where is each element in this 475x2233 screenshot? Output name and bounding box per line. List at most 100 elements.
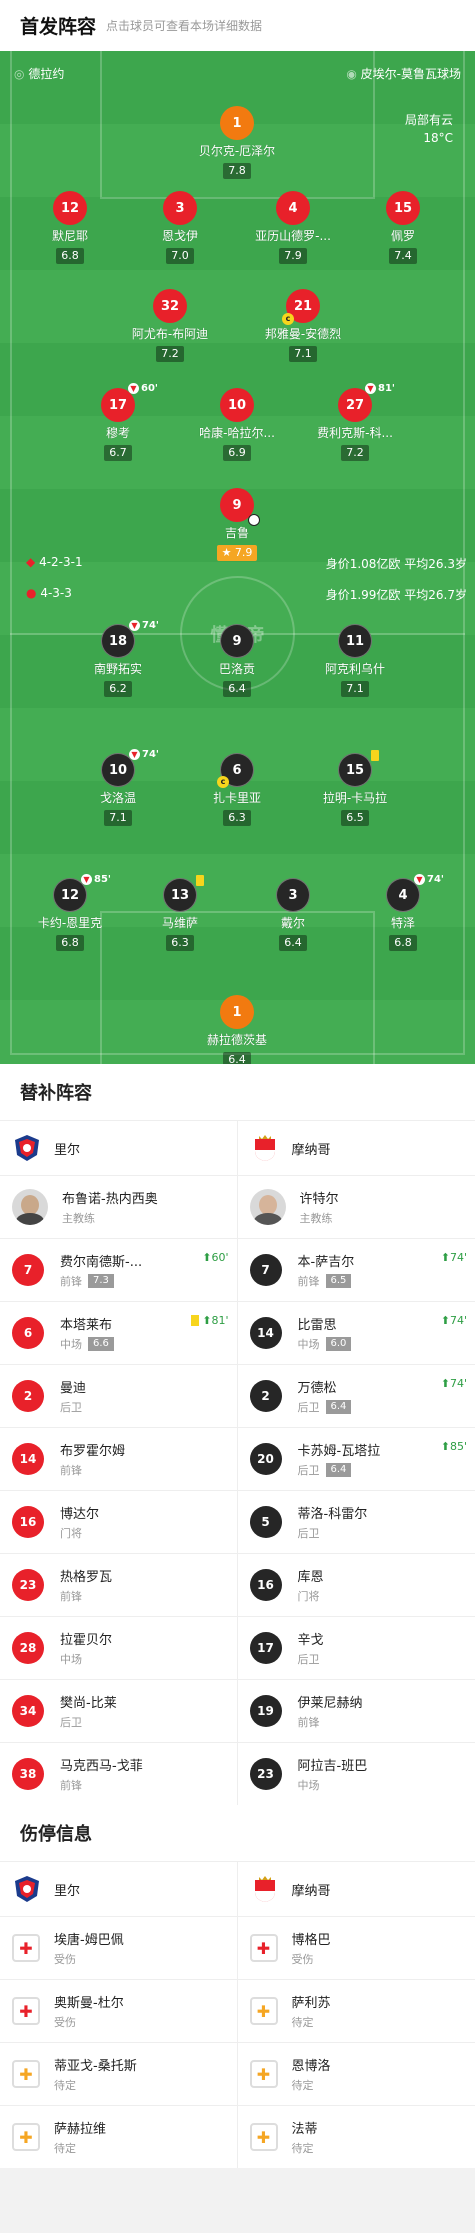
jersey-number: 9	[220, 488, 260, 526]
sub-row[interactable]: 16 博达尔 门将	[0, 1490, 237, 1553]
jersey-number: 2	[12, 1380, 44, 1412]
player-name: 蒂亚戈-桑托斯	[54, 2059, 137, 2074]
away-player-18[interactable]: 18 ▼ 74' 南野拓实 6.2	[53, 620, 183, 697]
player-name: 阿拉吉-班巴	[297, 1759, 368, 1774]
sub-row[interactable]: 14 布罗霍尔姆 前锋	[0, 1427, 237, 1490]
sub-row[interactable]: 2 万德松 后卫 6.4 ⬆ 74'	[237, 1364, 475, 1427]
jersey-number: 10	[220, 388, 254, 422]
player-position: 前锋 7.3	[60, 1273, 142, 1289]
jersey-number: 18 ▼ 74'	[101, 620, 159, 658]
jersey-number: 7	[12, 1254, 44, 1286]
stadium-name: 皮埃尔-莫鲁瓦球场	[360, 67, 461, 81]
home-coach-row[interactable]: 布鲁诺-热内西奥 主教练	[0, 1175, 237, 1238]
injury-row[interactable]: ✚ 奥斯曼-杜尔 受伤	[0, 1979, 237, 2042]
home-player-27[interactable]: 27 ▼ 81' 费利克斯-科... 7.2	[290, 383, 420, 461]
away-team-row[interactable]: 摩纳哥	[237, 1861, 475, 1916]
sub-row[interactable]: 6 本塔莱布 中场 6.6 ⬆ 81'	[0, 1301, 237, 1364]
jersey-number: 4 ▼ 74'	[386, 874, 444, 912]
sub-row[interactable]: 28 拉霍贝尔 中场	[0, 1616, 237, 1679]
jersey-number: 16	[12, 1506, 44, 1538]
player-rating: 6.2	[104, 681, 132, 697]
player-name: 特泽	[390, 916, 415, 930]
home-player-32[interactable]: 32 阿尤布-布阿迪 7.2	[105, 289, 235, 362]
lineup-header: 首发阵容 点击球员可查看本场详细数据	[0, 0, 475, 51]
home-team-row[interactable]: 里尔	[0, 1120, 237, 1175]
player-position: 后卫 6.4	[298, 1399, 352, 1415]
home-team-row[interactable]: 里尔	[0, 1861, 237, 1916]
player-name: 埃唐-姆巴佩	[54, 1933, 124, 1948]
player-rating: 7.1	[341, 681, 369, 697]
lineup-title: 首发阵容	[20, 16, 97, 38]
injury-row[interactable]: ✚ 萨利苏 待定	[237, 1979, 475, 2042]
player-rating: 6.5	[325, 1274, 352, 1288]
jersey-number: 27 ▼ 81'	[338, 383, 395, 422]
sub-row[interactable]: 16 库恩 门将	[237, 1553, 475, 1616]
away-team-row[interactable]: 摩纳哥	[237, 1120, 475, 1175]
sub-in-icon: ⬆	[440, 1251, 450, 1264]
captain-icon: c	[217, 776, 229, 788]
jersey-number: 14	[249, 1317, 282, 1349]
away-player-1[interactable]: 1 赫拉德茨基 6.4	[172, 995, 302, 1064]
jersey-number: 7	[249, 1254, 282, 1286]
sub-row[interactable]: 20 卡苏姆-瓦塔拉 后卫 6.4 ⬆ 85'	[237, 1427, 475, 1490]
player-rating: 7.8	[223, 163, 251, 179]
away-player-10[interactable]: 10 ▼ 74' 戈洛温 7.1	[53, 749, 183, 826]
injury-row[interactable]: ✚ 恩博洛 待定	[237, 2042, 475, 2105]
home-player-9[interactable]: 9 吉鲁 ★ 7.9	[172, 488, 302, 561]
jersey-number: 21 c	[282, 289, 320, 325]
away-player-13[interactable]: 13 马维萨 6.3	[115, 875, 245, 951]
home-team-name: 里尔	[54, 1883, 81, 1899]
injury-row[interactable]: ✚ 蒂亚戈-桑托斯 待定	[0, 2042, 237, 2105]
away-player-11[interactable]: 11 阿克利乌什 7.1	[290, 624, 420, 697]
away-player-9[interactable]: 9 巴洛贡 6.4	[172, 624, 302, 697]
home-player-10[interactable]: 10 哈康-哈拉尔... 6.9	[172, 388, 302, 461]
jersey-number: 15	[338, 750, 379, 787]
sub-row[interactable]: 5 蒂洛-科雷尔 后卫	[237, 1490, 475, 1553]
injury-row[interactable]: ✚ 法蒂 待定	[237, 2105, 475, 2168]
sub-row[interactable]: 17 辛戈 后卫	[237, 1616, 475, 1679]
injuries-title: 伤停信息	[0, 1805, 475, 1861]
sub-in-event: ⬆ 60'	[202, 1251, 229, 1264]
away-coach-row[interactable]: 许特尔 主教练	[237, 1175, 475, 1238]
referee-info: ◎ 德拉约	[14, 65, 64, 82]
coach-name: 布鲁诺-热内西奥	[62, 1192, 158, 1207]
sub-row[interactable]: 2 曼迪 后卫	[0, 1364, 237, 1427]
sub-out-icon: ▼ 85'	[81, 874, 111, 885]
monaco-crest-icon	[254, 1135, 275, 1161]
away-player-4[interactable]: 4 ▼ 74' 特泽 6.8	[338, 874, 468, 951]
player-name: 本塔莱布	[60, 1318, 113, 1333]
player-rating: 6.8	[389, 935, 417, 951]
player-position: 前锋	[60, 1779, 82, 1792]
injury-row[interactable]: ✚ 埃唐-姆巴佩 受伤	[0, 1916, 237, 1979]
home-player-1[interactable]: 1 贝尔克-厄泽尔 7.8	[172, 106, 302, 179]
sub-row[interactable]: 34 樊尚-比莱 后卫	[0, 1679, 237, 1742]
home-player-3[interactable]: 3 恩戈伊 7.0	[115, 191, 245, 264]
player-position: 门将	[297, 1590, 320, 1603]
injury-row[interactable]: ✚ 博格巴 受伤	[237, 1916, 475, 1979]
away-player-6[interactable]: 6 c 扎卡里亚 6.3	[172, 753, 302, 826]
player-name: 阿克利乌什	[324, 662, 385, 676]
sub-row[interactable]: 23 热格罗瓦 前锋	[0, 1553, 237, 1616]
injury-row[interactable]: ✚ 萨赫拉维 待定	[0, 2105, 237, 2168]
player-name: 布罗霍尔姆	[60, 1444, 126, 1459]
home-player-17[interactable]: 17 ▼ 60' 穆考 6.7	[53, 383, 183, 461]
home-player-21[interactable]: 21 c 邦雅曼-安德烈 7.1	[238, 289, 368, 362]
injury-status: 受伤	[54, 2016, 76, 2029]
sub-row[interactable]: 23 阿拉吉-班巴 中场	[237, 1742, 475, 1805]
sub-in-event: ⬆ 74'	[440, 1251, 467, 1264]
jersey-number: 13	[163, 875, 204, 912]
away-player-15[interactable]: 15 拉明-卡马拉 6.5	[290, 750, 420, 826]
jersey-number: 9	[220, 624, 254, 658]
sub-row[interactable]: 7 费尔南德斯-... 前锋 7.3 ⬆ 60'	[0, 1238, 237, 1301]
sub-row[interactable]: 14 比雷思 中场 6.0 ⬆ 74'	[237, 1301, 475, 1364]
home-player-15[interactable]: 15 佩罗 7.4	[338, 191, 468, 264]
sub-row[interactable]: 7 本-萨吉尔 前锋 6.5 ⬆ 74'	[237, 1238, 475, 1301]
sub-out-icon: ▼ 74'	[129, 749, 159, 760]
player-name: 法蒂	[291, 2122, 318, 2137]
sub-row[interactable]: 19 伊莱尼赫纳 前锋	[237, 1679, 475, 1742]
player-name: 费利克斯-科...	[317, 426, 393, 440]
player-rating: 7.3	[88, 1274, 114, 1288]
jersey-number: 34	[12, 1695, 44, 1727]
player-name: 博格巴	[291, 1933, 331, 1948]
sub-row[interactable]: 38 马克西马-戈菲 前锋	[0, 1742, 237, 1805]
